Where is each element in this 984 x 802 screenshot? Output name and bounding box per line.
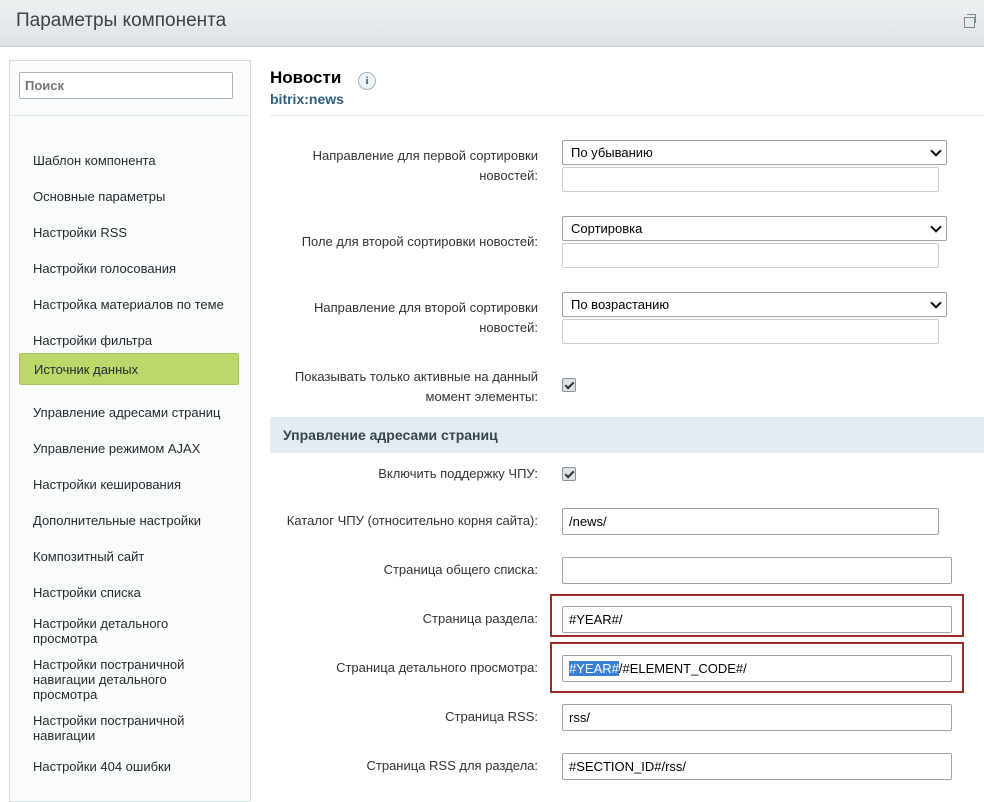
sidebar-search-area — [10, 61, 250, 116]
chevron-down-icon — [930, 297, 942, 309]
sort2-field-label: Поле для второй сортировки новостей: — [301, 234, 538, 249]
sidebar: Шаблон компонента Основные параметры Нас… — [9, 60, 251, 802]
sort1-dir-label: Направление для первой сортировки новост… — [312, 148, 538, 183]
list-page-input[interactable] — [562, 557, 952, 584]
list-page-label: Страница общего списка: — [383, 562, 538, 577]
rss-section-page-input[interactable]: #SECTION_ID#/rss/ — [562, 753, 952, 780]
sef-folder-input[interactable]: /news/ — [562, 508, 939, 535]
chevron-down-icon — [930, 145, 942, 157]
sidebar-item-cache[interactable]: Настройки кеширования — [19, 477, 239, 492]
info-icon[interactable]: i — [358, 72, 376, 90]
section-header: Управление адресами страниц — [270, 417, 984, 453]
sef-enable-checkbox[interactable] — [562, 467, 576, 481]
search-input[interactable] — [19, 72, 233, 99]
sort2-field-select[interactable]: Сортировка — [562, 216, 947, 241]
sort1-dir-value: По убыванию — [571, 145, 653, 160]
selected-text: #YEAR# — [569, 661, 619, 676]
sidebar-item-rss[interactable]: Настройки RSS — [19, 225, 239, 240]
rss-page-input[interactable]: rss/ — [562, 704, 952, 731]
sidebar-item-main-params[interactable]: Основные параметры — [19, 189, 239, 204]
title-bar: Параметры компонента — [0, 0, 984, 47]
detail-page-input[interactable]: #YEAR#/#ELEMENT_CODE#/ — [562, 655, 952, 682]
sidebar-item-voting[interactable]: Настройки голосования — [19, 261, 239, 276]
component-header: Новости i bitrix:news — [270, 60, 984, 116]
sidebar-item-detail[interactable]: Настройки детального просмотра — [19, 616, 189, 646]
window-title: Параметры компонента — [16, 10, 227, 31]
sidebar-item-filter[interactable]: Настройки фильтра — [19, 333, 239, 348]
sidebar-item-pager[interactable]: Настройки постраничной навигации — [19, 713, 209, 743]
sort2-field-value: Сортировка — [571, 221, 643, 236]
sidebar-item-404[interactable]: Настройки 404 ошибки — [19, 759, 239, 774]
sidebar-item-template[interactable]: Шаблон компонента — [19, 153, 239, 168]
rss-section-page-label: Страница RSS для раздела: — [366, 758, 539, 773]
sort2-dir-select[interactable]: По возрастанию — [562, 292, 947, 317]
detail-page-label: Страница детального просмотра: — [336, 660, 538, 675]
component-title: Новости — [270, 68, 342, 87]
sidebar-item-sef[interactable]: Управление адресами страниц — [19, 405, 239, 420]
sort2-dir-value: По возрастанию — [571, 297, 670, 312]
sort1-dir-custom-input[interactable] — [562, 167, 939, 192]
sidebar-item-composite[interactable]: Композитный сайт — [19, 549, 239, 564]
section-title: Управление адресами страниц — [283, 427, 498, 443]
rss-page-label: Страница RSS: — [445, 709, 538, 724]
sidebar-item-data-source[interactable]: Источник данных — [19, 353, 239, 385]
active-only-label: Показывать только активные на данный мом… — [294, 369, 538, 404]
sef-folder-label: Каталог ЧПУ (относительно корня сайта): — [286, 513, 538, 528]
sidebar-item-detail-pager[interactable]: Настройки постраничной навигации детальн… — [19, 657, 209, 702]
sef-enable-label: Включить поддержку ЧПУ: — [378, 466, 538, 481]
sort2-dir-custom-input[interactable] — [562, 319, 939, 344]
sidebar-item-related[interactable]: Настройка материалов по теме — [19, 297, 239, 312]
sidebar-item-list[interactable]: Настройки списка — [19, 585, 239, 600]
sidebar-item-ajax[interactable]: Управление режимом AJAX — [19, 441, 239, 456]
section-page-input[interactable]: #YEAR#/ — [562, 606, 952, 633]
section-page-label: Страница раздела: — [422, 611, 538, 626]
sort2-dir-label: Направление для второй сортировки новост… — [314, 300, 538, 335]
component-code: bitrix:news — [270, 91, 344, 107]
sort1-dir-select[interactable]: По убыванию — [562, 140, 947, 165]
sort2-field-custom-input[interactable] — [562, 243, 939, 268]
active-only-checkbox[interactable] — [562, 378, 576, 392]
sidebar-item-additional[interactable]: Дополнительные настройки — [19, 513, 239, 528]
restore-window-icon[interactable] — [964, 14, 976, 28]
chevron-down-icon — [930, 221, 942, 233]
unselected-text: /#ELEMENT_CODE#/ — [618, 661, 747, 676]
